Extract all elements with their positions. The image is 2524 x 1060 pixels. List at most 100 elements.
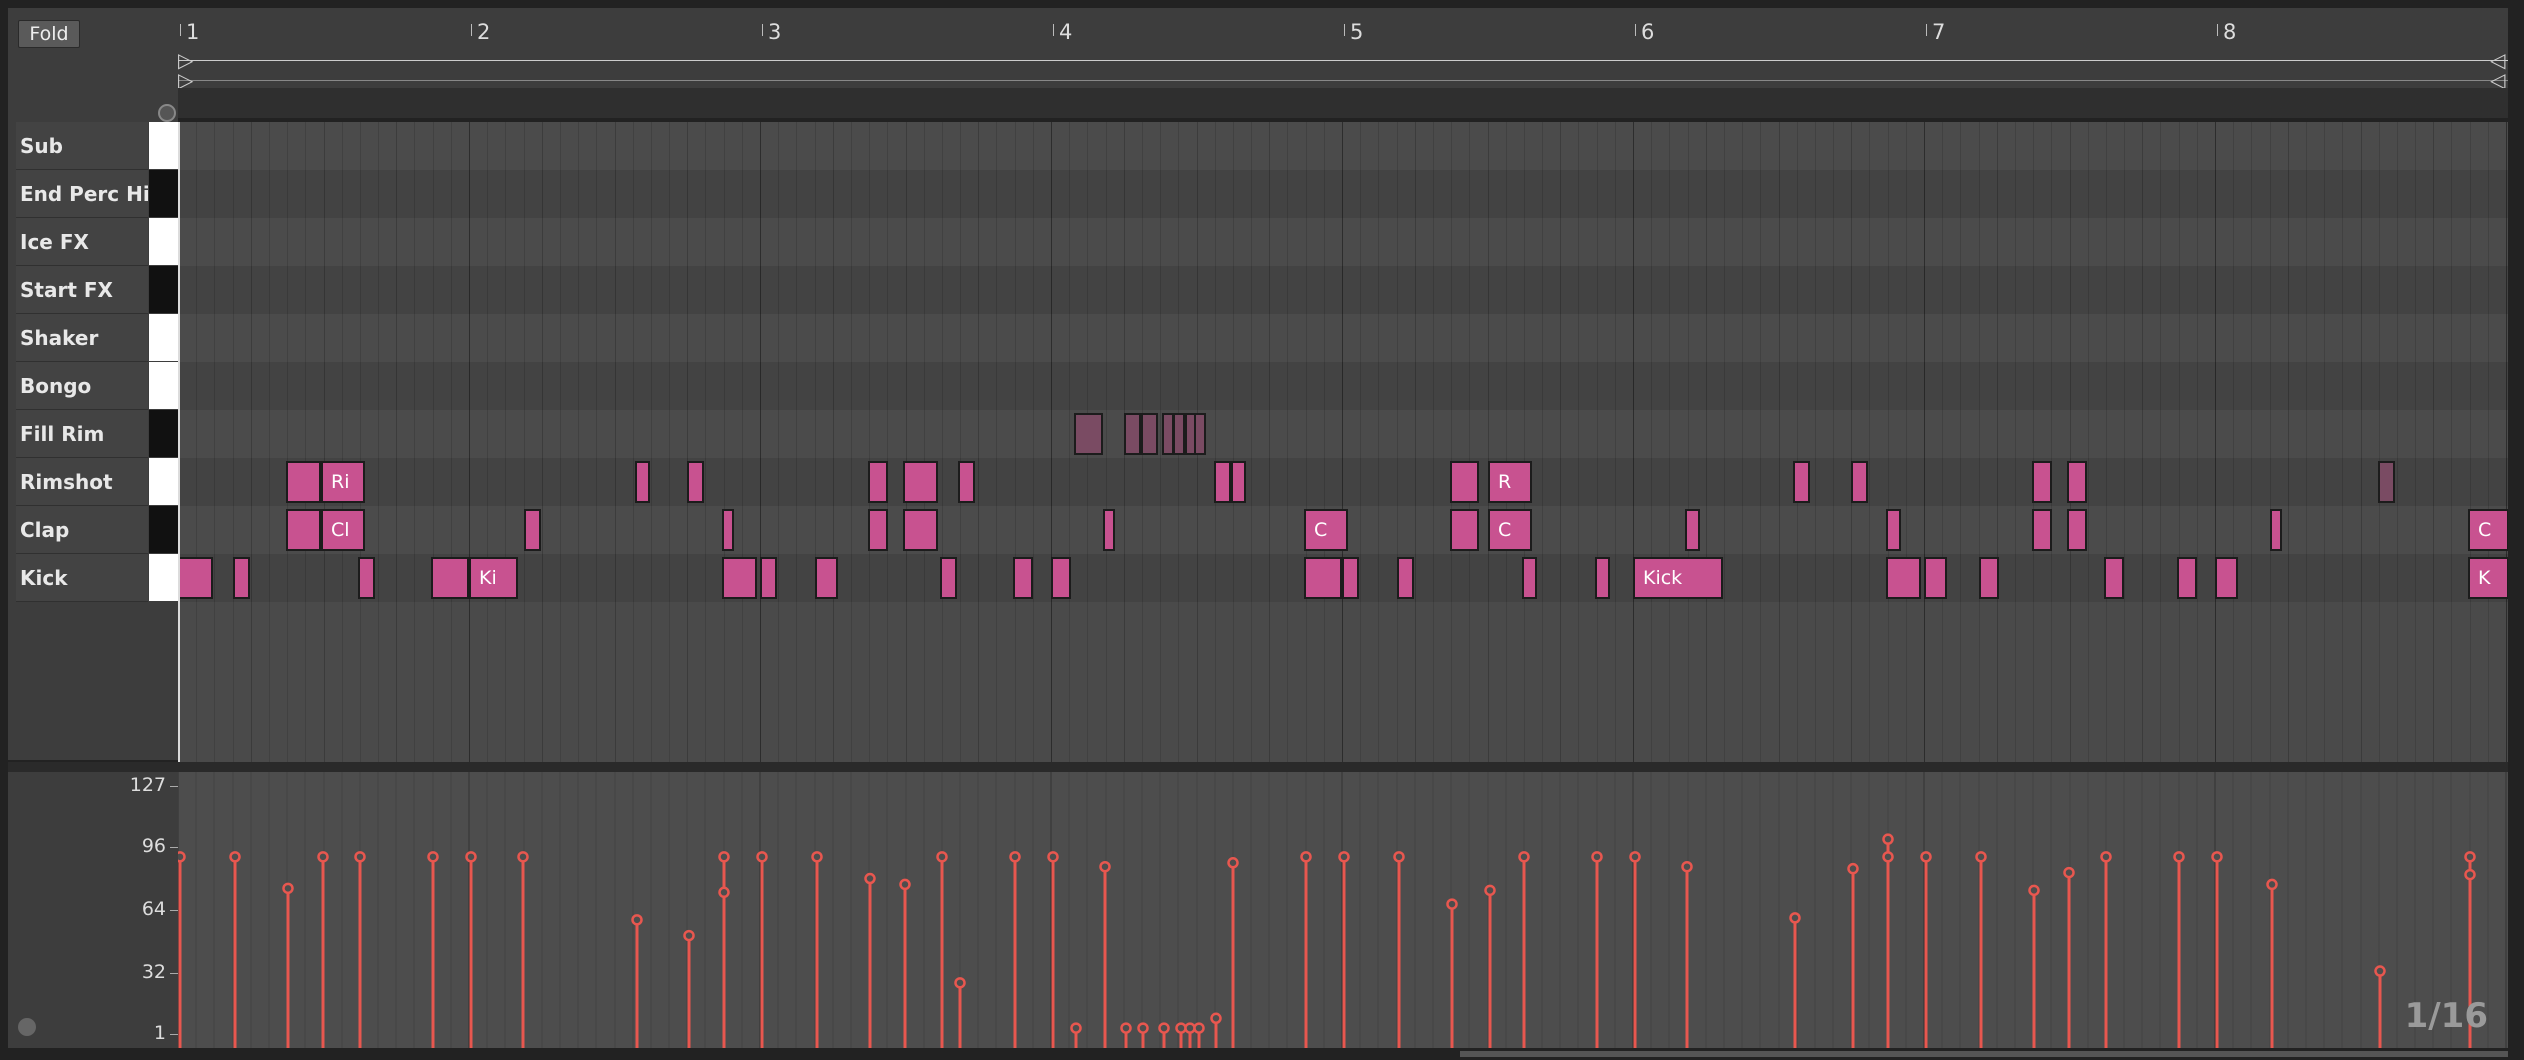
midi-note[interactable] <box>1013 557 1033 599</box>
midi-note[interactable] <box>1231 461 1246 503</box>
velocity-handle[interactable] <box>811 851 823 863</box>
midi-note[interactable] <box>1103 509 1115 551</box>
velocity-handle[interactable] <box>864 872 876 885</box>
note-grid[interactable]: Ri R Cl C C C Ki Kick K <box>178 122 2508 762</box>
preview-play-icon[interactable] <box>18 1018 36 1036</box>
midi-note[interactable] <box>1141 413 1158 455</box>
midi-note[interactable] <box>722 557 757 599</box>
midi-note[interactable] <box>1214 461 1231 503</box>
midi-note[interactable] <box>940 557 957 599</box>
velocity-handle[interactable] <box>1518 851 1530 863</box>
velocity-handle[interactable] <box>517 851 529 863</box>
velocity-handle[interactable] <box>1591 851 1603 863</box>
velocity-handle[interactable] <box>2063 866 2075 879</box>
velocity-handle[interactable] <box>1629 851 1641 863</box>
midi-note[interactable] <box>2177 557 2197 599</box>
midi-note[interactable] <box>958 461 975 503</box>
velocity-handle[interactable] <box>2464 868 2476 881</box>
midi-note[interactable] <box>1074 413 1103 455</box>
midi-note[interactable] <box>1051 557 1071 599</box>
velocity-handle[interactable] <box>1300 851 1312 863</box>
midi-note[interactable] <box>1886 509 1901 551</box>
midi-note[interactable] <box>2032 461 2052 503</box>
velocity-handle[interactable] <box>2100 851 2112 863</box>
velocity-handle[interactable] <box>2173 851 2185 863</box>
midi-note[interactable] <box>1851 461 1868 503</box>
velocity-handle[interactable] <box>1681 860 1693 873</box>
velocity-handle[interactable] <box>936 851 948 863</box>
loop-brace[interactable] <box>178 60 2508 61</box>
midi-note[interactable] <box>1924 557 1947 599</box>
lane-row[interactable] <box>178 218 2508 266</box>
lane-label[interactable]: Start FX <box>16 266 148 314</box>
midi-note[interactable]: R <box>1488 461 1532 503</box>
velocity-handle[interactable] <box>1789 912 1801 924</box>
midi-note[interactable] <box>233 557 250 599</box>
midi-note[interactable] <box>1342 557 1359 599</box>
midi-note[interactable] <box>1173 413 1185 455</box>
scrub-area[interactable] <box>178 88 2508 118</box>
midi-note[interactable] <box>2104 557 2124 599</box>
midi-note[interactable] <box>1685 509 1700 551</box>
velocity-handle[interactable] <box>683 929 695 942</box>
lane-row[interactable] <box>178 266 2508 314</box>
end-marker-icon[interactable]: ◁ <box>2490 70 2505 90</box>
velocity-handle[interactable] <box>718 886 730 899</box>
velocity-handle[interactable] <box>2266 878 2278 891</box>
midi-note[interactable] <box>178 557 213 599</box>
midi-note[interactable] <box>903 509 938 551</box>
velocity-handle[interactable] <box>229 851 241 863</box>
lane-label[interactable]: Ice FX <box>16 218 148 266</box>
midi-note[interactable]: Ki <box>469 557 518 599</box>
midi-note[interactable] <box>286 461 321 503</box>
midi-note[interactable] <box>524 509 541 551</box>
lane-row[interactable] <box>178 410 2508 458</box>
midi-note[interactable]: K <box>2468 557 2508 599</box>
velocity-handle[interactable] <box>2211 851 2223 863</box>
lane-label[interactable]: Rimshot <box>16 458 148 506</box>
velocity-handle[interactable] <box>1920 851 1932 863</box>
velocity-handle[interactable] <box>2464 851 2476 863</box>
velocity-editor[interactable]: 1/16 <box>174 772 2508 1048</box>
lane-row[interactable] <box>178 314 2508 362</box>
midi-note[interactable] <box>358 557 375 599</box>
velocity-handle[interactable] <box>1137 1022 1149 1034</box>
lane-label[interactable]: Fill Rim <box>16 410 148 458</box>
midi-note[interactable]: C <box>1488 509 1532 551</box>
midi-note[interactable]: Cl <box>321 509 365 551</box>
midi-note[interactable] <box>286 509 321 551</box>
velocity-handle[interactable] <box>317 851 329 863</box>
velocity-handle[interactable] <box>1158 1022 1170 1034</box>
lane-label[interactable]: Bongo <box>16 362 148 410</box>
timeline-ruler[interactable]: 1 2 3 4 5 6 7 8 ▷ ◁ ▷ ◁ <box>178 8 2508 90</box>
velocity-handle[interactable] <box>2028 884 2040 897</box>
midi-note[interactable] <box>1194 413 1206 455</box>
midi-note[interactable] <box>903 461 938 503</box>
lane-label[interactable]: Kick <box>16 554 148 602</box>
lane-row[interactable] <box>178 170 2508 218</box>
midi-note[interactable] <box>1397 557 1414 599</box>
velocity-handle[interactable] <box>1193 1022 1205 1034</box>
velocity-handle[interactable] <box>282 882 294 895</box>
velocity-handle[interactable] <box>1120 1022 1132 1034</box>
velocity-handle[interactable] <box>465 851 477 863</box>
velocity-handle[interactable] <box>427 851 439 863</box>
lane-label[interactable]: End Perc Hit <box>16 170 148 218</box>
midi-note[interactable]: Kick <box>1633 557 1723 599</box>
loop-start-flag-icon[interactable]: ▷ <box>178 50 193 70</box>
velocity-handle[interactable] <box>1975 851 1987 863</box>
midi-note[interactable] <box>1450 461 1479 503</box>
headphones-icon[interactable] <box>158 104 176 122</box>
midi-note[interactable]: Ri <box>321 461 365 503</box>
velocity-stems[interactable] <box>174 772 2508 1048</box>
velocity-handle[interactable] <box>954 977 966 989</box>
velocity-handle[interactable] <box>1099 860 1111 873</box>
velocity-handle[interactable] <box>1847 862 1859 875</box>
midi-note[interactable] <box>815 557 838 599</box>
velocity-handle[interactable] <box>1446 898 1458 910</box>
velocity-handle[interactable] <box>1882 851 1894 863</box>
midi-note[interactable] <box>868 461 888 503</box>
midi-note[interactable] <box>2378 461 2395 503</box>
velocity-handle[interactable] <box>2374 965 2386 977</box>
start-end-brace[interactable] <box>178 80 2508 81</box>
